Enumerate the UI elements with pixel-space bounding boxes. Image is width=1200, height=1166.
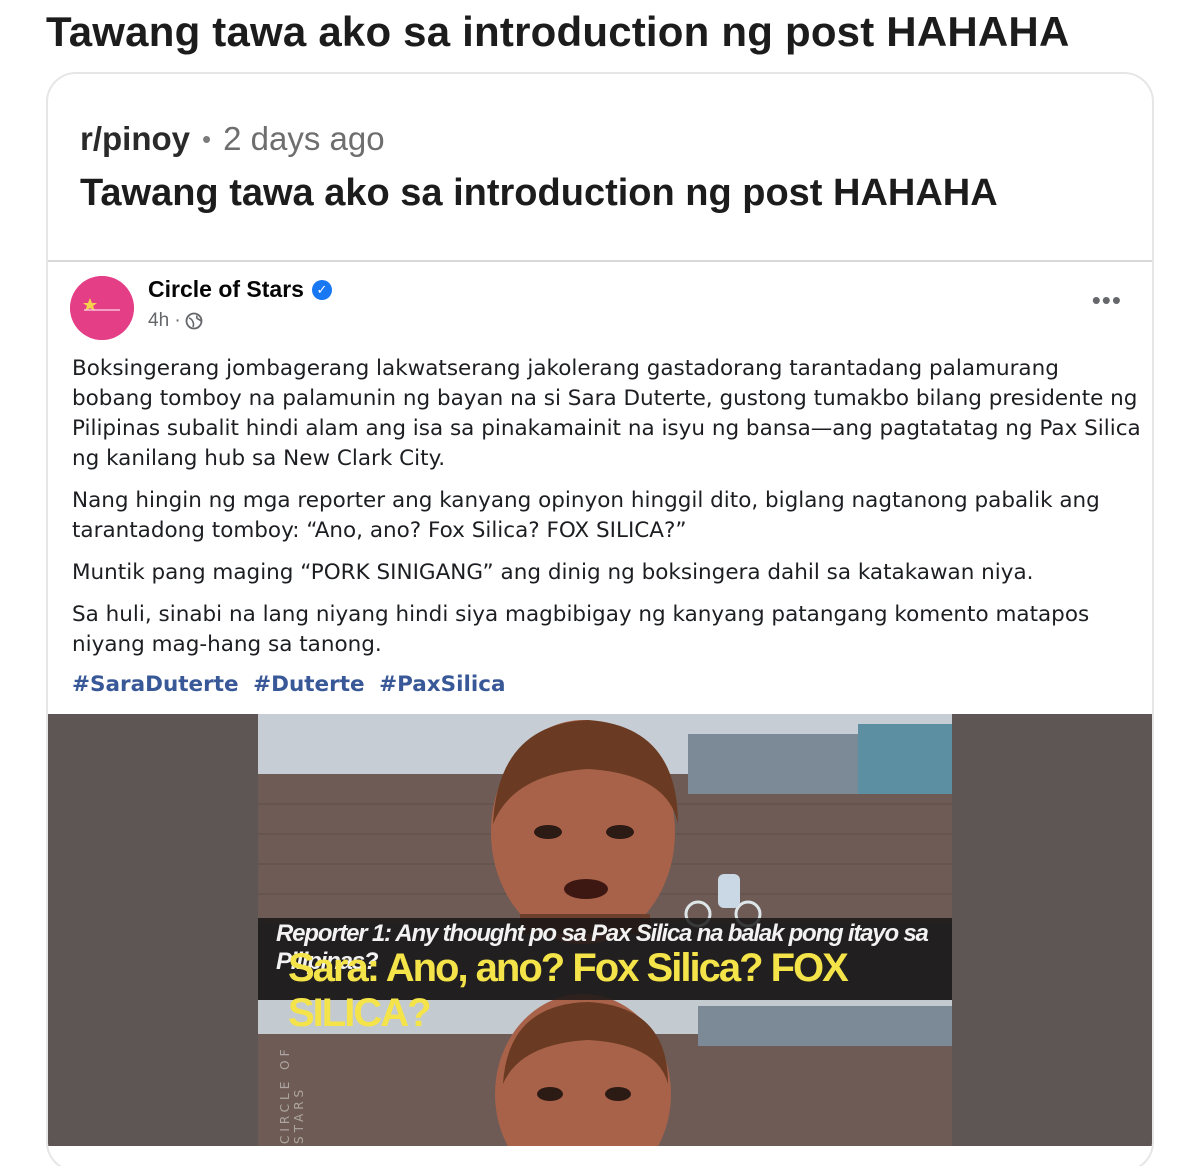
- post-card[interactable]: r/pinoy • 2 days ago Tawang tawa ako sa …: [46, 72, 1154, 1166]
- photo-frame: Reporter 1: Any thought po sa Pax Silica…: [258, 714, 952, 1146]
- post-time: 2 days ago: [223, 120, 385, 157]
- post-paragraph: Muntik pang maging “PORK SINIGANG” ang d…: [72, 560, 1034, 585]
- verified-badge-icon: ✓: [311, 279, 332, 300]
- post-title[interactable]: Tawang tawa ako sa introduction ng post …: [80, 172, 998, 215]
- more-options-icon[interactable]: •••: [1092, 287, 1122, 313]
- subreddit-link[interactable]: r/pinoy: [80, 120, 190, 158]
- post-paragraph: Sa huli, sinabi na lang niyang hindi siy…: [72, 602, 1090, 657]
- meta-separator: •: [202, 123, 212, 154]
- post-photo[interactable]: Reporter 1: Any thought po sa Pax Silica…: [48, 714, 1152, 1146]
- post-timestamp: 4h ·: [148, 310, 203, 332]
- page-name-text[interactable]: Circle of Stars: [148, 276, 304, 303]
- watermark-logo: CIRCLE OF STARS: [278, 1034, 318, 1144]
- page-title: Tawang tawa ako sa introduction ng post …: [46, 8, 1070, 55]
- post-paragraph: Nang hingin ng mga reporter ang kanyang …: [72, 488, 1100, 543]
- globe-icon: [185, 312, 203, 330]
- page-name[interactable]: Circle of Stars ✓: [148, 276, 332, 303]
- post-meta: r/pinoy • 2 days ago: [80, 120, 385, 158]
- hashtag-link[interactable]: #PaxSilica: [379, 672, 505, 697]
- watermark-text: CIRCLE OF STARS: [278, 1045, 306, 1144]
- hashtag-list: #SaraDuterte #Duterte #PaxSilica: [72, 672, 1142, 697]
- post-paragraph: Boksingerang jombagerang lakwatserang ja…: [72, 356, 1141, 471]
- timestamp-text: 4h ·: [148, 310, 181, 331]
- embedded-facebook-post: Circle of Stars ✓ 4h · ••• Boksingerang …: [48, 260, 1152, 1146]
- hashtag-link[interactable]: #Duterte: [253, 672, 365, 697]
- sara-caption: Sara: Ano, ano? Fox Silica? FOX SILICA?: [288, 946, 849, 1035]
- post-body: Boksingerang jombagerang lakwatserang ja…: [72, 354, 1142, 697]
- page-avatar[interactable]: [70, 276, 134, 340]
- hashtag-link[interactable]: #SaraDuterte: [72, 672, 239, 697]
